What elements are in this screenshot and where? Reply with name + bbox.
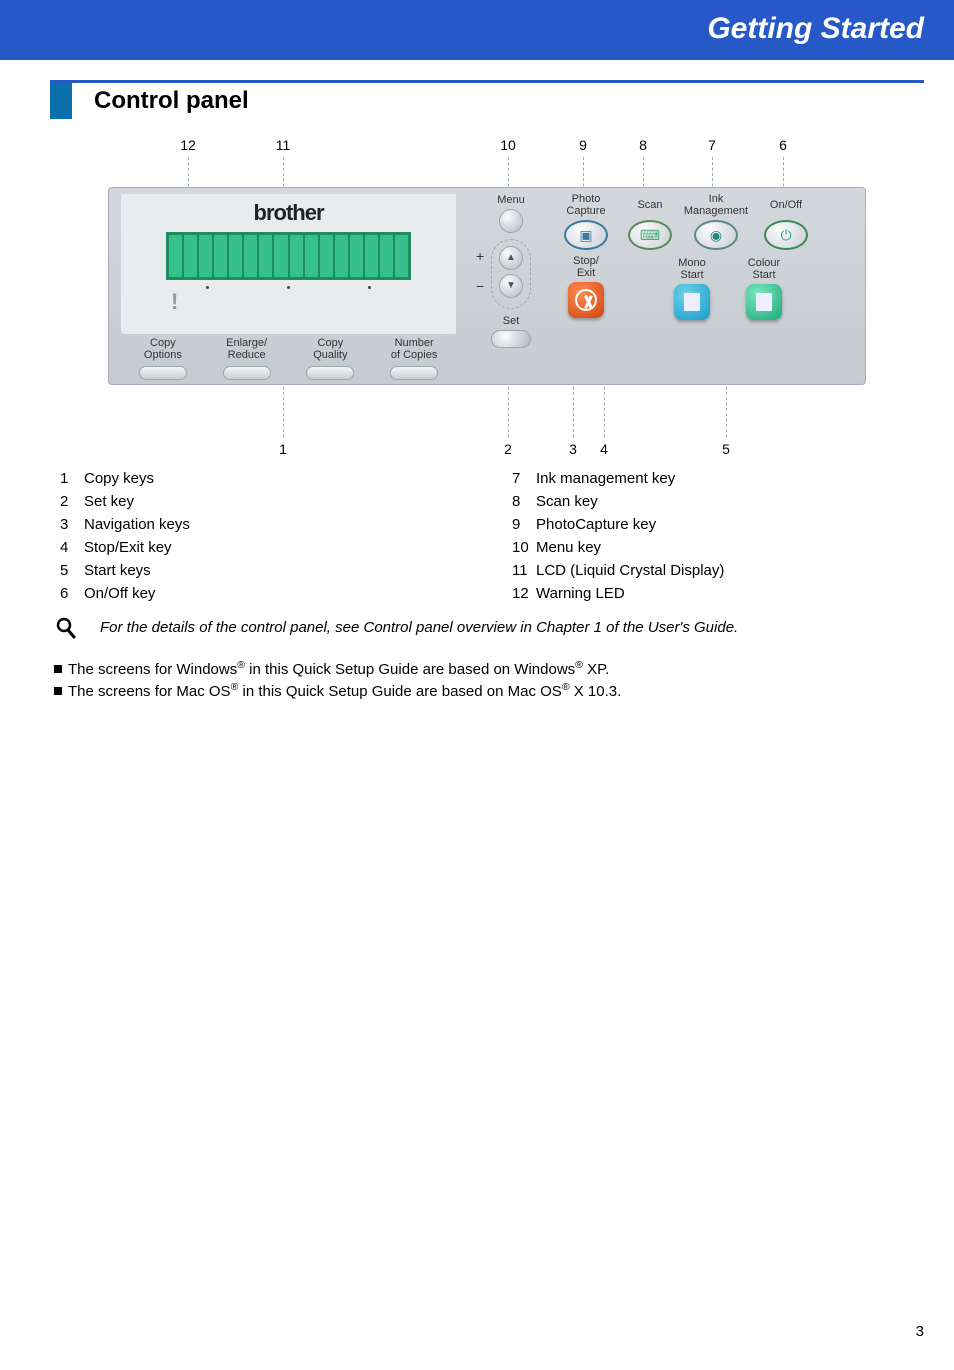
photo-capture-label: PhotoCapture [555,194,617,218]
photo-capture-button[interactable]: ▣ [564,220,608,250]
number-copies-button[interactable] [390,366,438,380]
down-arrow-button[interactable]: ▼ [499,274,523,298]
section-marker [50,83,72,119]
copy-buttons [121,366,456,380]
arrow-group: + ▲ − ▼ [491,239,531,309]
callout-6: 6 [768,137,798,153]
bullet-line: The screens for Mac OS® in this Quick Se… [54,681,924,700]
lcd-area: brother ! [121,194,456,334]
page-title: Getting Started [30,12,924,46]
onoff-label: On/Off [755,194,817,218]
nav-key-group: Menu + ▲ − ▼ Set [474,194,548,354]
ink-column: InkManagement ◉ [685,194,747,256]
lcd-dots [166,286,411,289]
callout-9: 9 [568,137,598,153]
section-title: Control panel [94,83,249,115]
scan-label: Scan [619,194,681,218]
legend-item-1: 1Copy keys [60,467,472,490]
copy-key-label: CopyOptions [121,338,205,361]
scan-column: Scan ⌨ [619,194,681,256]
legend-left: 1Copy keys2Set key3Navigation keys4Stop/… [60,467,472,605]
printer-panel: brother ! CopyOptionsEnlarge/ReduceCopyQ… [108,187,866,385]
copy-key-labels: CopyOptionsEnlarge/ReduceCopyQualityNumb… [121,338,456,361]
legend-item-10: 10Menu key [512,536,924,559]
ink-mgmt-label: InkManagement [685,194,747,218]
copy-quality-button[interactable] [306,366,354,380]
lcd-display [166,232,411,280]
callout-11: 11 [268,137,298,153]
set-button[interactable] [491,330,531,348]
mono-start-label: MonoStart [661,258,723,282]
mono-start-column: MonoStart [661,258,723,322]
section-heading: Control panel [50,83,924,119]
callout-3: 3 [558,441,588,457]
up-arrow-button[interactable]: ▲ [499,246,523,270]
warning-led-icon: ! [171,289,178,315]
copy-key-label: Numberof Copies [372,338,456,361]
legend-item-11: 11LCD (Liquid Crystal Display) [512,559,924,582]
legend-item-4: 4Stop/Exit key [60,536,472,559]
copy-key-label: CopyQuality [289,338,373,361]
colour-start-label: ColourStart [733,258,795,282]
ink-mgmt-button[interactable]: ◉ [694,220,738,250]
legend: 1Copy keys2Set key3Navigation keys4Stop/… [60,467,924,605]
stop-exit-label: Stop/Exit [555,256,617,280]
note-text: For the details of the control panel, se… [100,619,738,636]
callout-5: 5 [711,441,741,457]
minus-icon: − [476,278,484,294]
copy-options-button[interactable] [139,366,187,380]
note-row: For the details of the control panel, se… [56,619,924,645]
legend-right: 7Ink management key8Scan key9PhotoCaptur… [512,467,924,605]
menu-button[interactable] [499,209,523,233]
copy-key-label: Enlarge/Reduce [205,338,289,361]
mono-start-button[interactable] [674,284,710,320]
colour-start-button[interactable] [746,284,782,320]
set-label: Set [474,315,548,327]
bullet-list: The screens for Windows® in this Quick S… [50,659,924,700]
onoff-button[interactable]: ⏻ [764,220,808,250]
scan-button[interactable]: ⌨ [628,220,672,250]
bullet-line: The screens for Windows® in this Quick S… [54,659,924,678]
enlarge-reduce-button[interactable] [223,366,271,380]
callout-8: 8 [628,137,658,153]
page-header: Getting Started [0,0,954,60]
colour-start-column: ColourStart [733,258,795,322]
callout-4: 4 [589,441,619,457]
callout-10: 10 [493,137,523,153]
callout-12: 12 [173,137,203,153]
legend-item-6: 6On/Off key [60,582,472,605]
callout-1: 1 [268,441,298,457]
callout-7: 7 [697,137,727,153]
legend-item-7: 7Ink management key [512,467,924,490]
legend-item-9: 9PhotoCapture key [512,513,924,536]
plus-icon: + [476,248,484,264]
legend-item-8: 8Scan key [512,490,924,513]
menu-label: Menu [474,194,548,206]
stop-exit-button[interactable] [568,282,604,318]
legend-item-3: 3Navigation keys [60,513,472,536]
page-number: 3 [0,703,954,1370]
control-panel-diagram: 121110987612345 brother ! CopyOptionsEnl… [108,137,866,457]
brand-logo: brother [127,200,450,226]
magnifier-icon [56,617,76,645]
content-area: Control panel 121110987612345 brother ! … [0,60,954,700]
legend-item-5: 5Start keys [60,559,472,582]
legend-item-12: 12Warning LED [512,582,924,605]
callout-2: 2 [493,441,523,457]
legend-item-2: 2Set key [60,490,472,513]
onoff-column: On/Off ⏻ [755,194,817,256]
photo-stop-column: PhotoCapture ▣ Stop/Exit [555,194,617,320]
